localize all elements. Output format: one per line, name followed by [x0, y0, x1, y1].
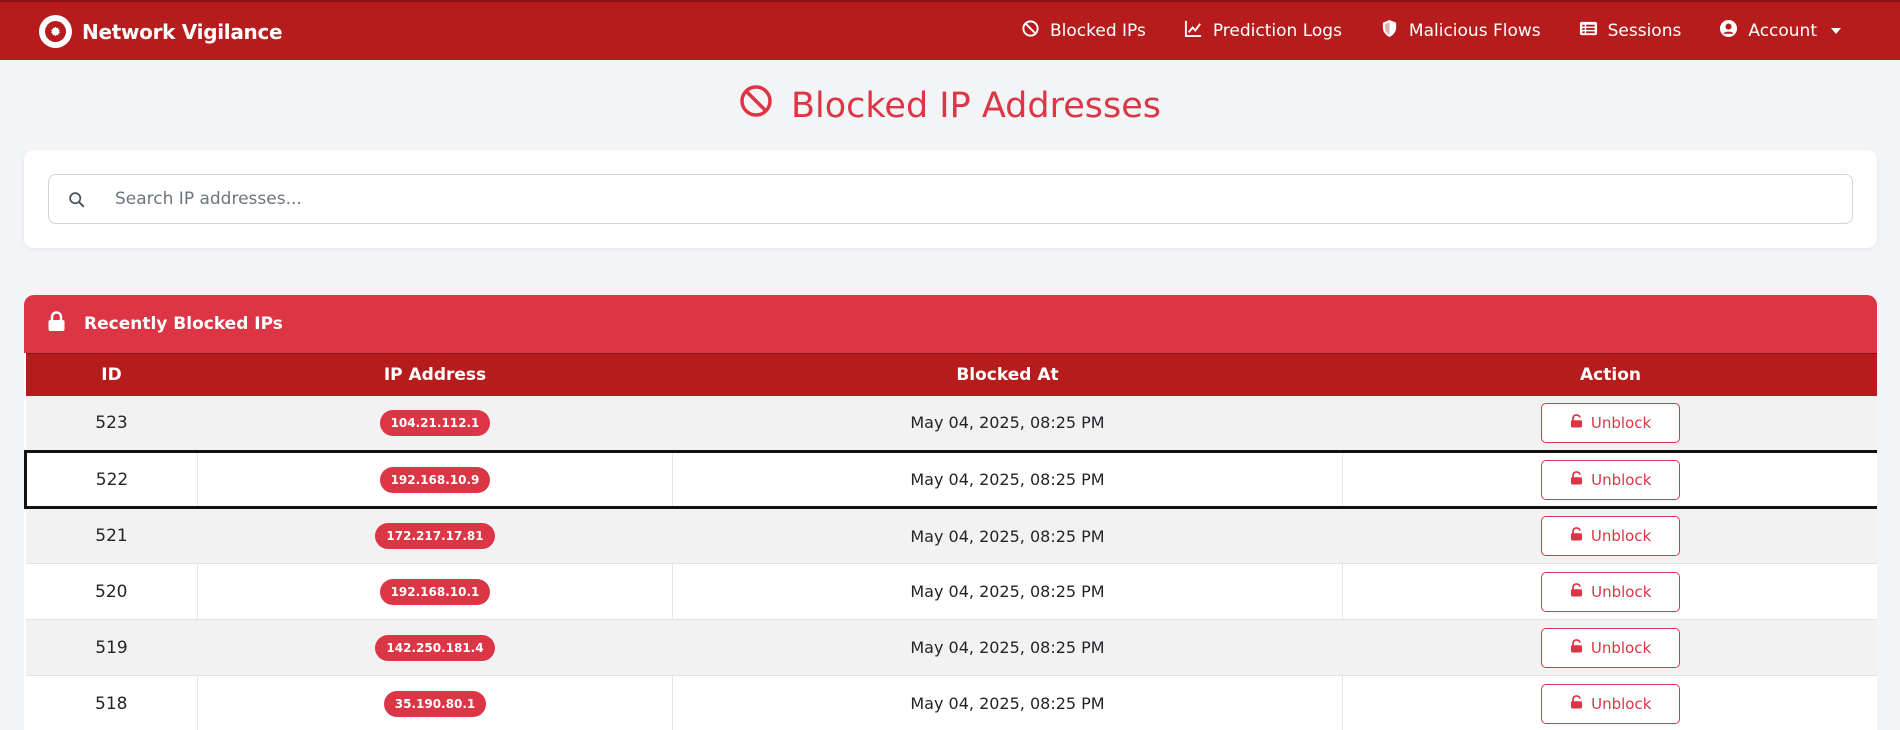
- row-id: 519: [25, 619, 198, 676]
- search-icon: [49, 175, 103, 223]
- table-row[interactable]: 523 104.21.112.1 May 04, 2025, 08:25 PM …: [25, 395, 1877, 452]
- nav-menu: Blocked IPs Prediction Logs Malicious Fl…: [1002, 2, 1860, 60]
- unblock-button[interactable]: Unblock: [1540, 516, 1681, 556]
- lock-icon: [47, 311, 66, 337]
- unblock-button[interactable]: Unblock: [1540, 627, 1681, 668]
- row-id: 523: [25, 395, 198, 452]
- unblock-label: Unblock: [1591, 582, 1652, 601]
- row-blocked-at: May 04, 2025, 08:25 PM: [672, 563, 1343, 620]
- unblock-label: Unblock: [1591, 470, 1652, 489]
- unblock-label: Unblock: [1590, 638, 1652, 657]
- unlock-icon: [1570, 470, 1583, 489]
- chart-line-icon: [1184, 19, 1203, 43]
- blocked-ips-card: Recently Blocked IPs ID IP Address Block…: [24, 295, 1877, 730]
- chevron-down-icon: [1831, 28, 1841, 34]
- ban-icon: [1021, 19, 1040, 43]
- ip-badge: 192.168.10.9: [379, 466, 491, 493]
- unblock-button[interactable]: Unblock: [1541, 459, 1681, 500]
- table-header-row: ID IP Address Blocked At Action: [25, 353, 1877, 396]
- search-input[interactable]: [103, 175, 1852, 223]
- row-id: 518: [25, 675, 198, 730]
- ban-icon: [739, 84, 773, 127]
- unlock-icon: [1570, 527, 1583, 545]
- column-header-id[interactable]: ID: [25, 353, 198, 396]
- row-blocked-at: May 04, 2025, 08:25 PM: [672, 507, 1343, 564]
- ip-badge: 104.21.112.1: [379, 409, 491, 436]
- unblock-label: Unblock: [1590, 527, 1652, 545]
- user-circle-icon: [1719, 19, 1738, 43]
- column-header-action[interactable]: Action: [1342, 353, 1877, 396]
- nav-item-account[interactable]: Account: [1700, 2, 1860, 60]
- brand-logo-icon: [39, 15, 72, 48]
- search-card: [24, 150, 1877, 248]
- unblock-button[interactable]: Unblock: [1541, 683, 1681, 724]
- table-row[interactable]: 518 35.190.80.1 May 04, 2025, 08:25 PM U…: [25, 675, 1877, 730]
- table-row[interactable]: 519 142.250.181.4 May 04, 2025, 08:25 PM…: [25, 619, 1877, 676]
- unblock-label: Unblock: [1591, 694, 1652, 713]
- column-header-ip-address[interactable]: IP Address: [197, 353, 673, 396]
- list-icon: [1579, 19, 1598, 43]
- table-row[interactable]: 520 192.168.10.1 May 04, 2025, 08:25 PM …: [25, 563, 1877, 620]
- column-header-blocked-at[interactable]: Blocked At: [672, 353, 1343, 396]
- nav-item-blocked-ips[interactable]: Blocked IPs: [1002, 2, 1165, 60]
- table-row[interactable]: 522 192.168.10.9 May 04, 2025, 08:25 PM …: [24, 450, 1877, 509]
- unlock-icon: [1570, 413, 1583, 432]
- card-header: Recently Blocked IPs: [24, 295, 1877, 353]
- unblock-button[interactable]: Unblock: [1540, 402, 1681, 443]
- table-row[interactable]: 521 172.217.17.81 May 04, 2025, 08:25 PM…: [25, 507, 1877, 564]
- page-title-text: Blocked IP Addresses: [791, 85, 1161, 126]
- nav-item-malicious-flows[interactable]: Malicious Flows: [1361, 2, 1560, 60]
- nav-item-prediction-logs[interactable]: Prediction Logs: [1165, 2, 1361, 60]
- ip-badge: 142.250.181.4: [375, 634, 495, 661]
- top-navbar: Network Vigilance Blocked IPs Prediction…: [0, 0, 1900, 60]
- nav-item-label: Malicious Flows: [1408, 21, 1541, 41]
- search-box: [48, 174, 1853, 224]
- blocked-ips-table: ID IP Address Blocked At Action 523 104.…: [24, 353, 1877, 730]
- row-blocked-at: May 04, 2025, 08:25 PM: [672, 619, 1343, 676]
- row-id: 520: [25, 563, 198, 620]
- unlock-icon: [1570, 694, 1583, 713]
- row-blocked-at: May 04, 2025, 08:25 PM: [672, 450, 1343, 509]
- nav-item-label: Account: [1748, 21, 1817, 41]
- unblock-label: Unblock: [1590, 413, 1652, 432]
- row-id: 522: [24, 450, 198, 509]
- ip-badge: 192.168.10.1: [379, 578, 491, 605]
- unlock-icon: [1570, 638, 1583, 657]
- nav-item-label: Sessions: [1607, 21, 1682, 41]
- nav-item-label: Blocked IPs: [1049, 21, 1146, 41]
- nav-item-label: Prediction Logs: [1212, 21, 1342, 41]
- shield-icon: [1380, 19, 1399, 43]
- brand-name: Network Vigilance: [82, 19, 283, 44]
- row-id: 521: [25, 507, 198, 564]
- unblock-button[interactable]: Unblock: [1541, 571, 1681, 612]
- row-blocked-at: May 04, 2025, 08:25 PM: [672, 395, 1343, 452]
- row-blocked-at: May 04, 2025, 08:25 PM: [672, 675, 1343, 730]
- unlock-icon: [1570, 582, 1583, 601]
- ip-badge: 172.217.17.81: [375, 523, 495, 549]
- nav-item-sessions[interactable]: Sessions: [1560, 2, 1701, 60]
- card-header-title: Recently Blocked IPs: [84, 314, 283, 334]
- ip-badge: 35.190.80.1: [383, 690, 487, 717]
- brand-link[interactable]: Network Vigilance: [39, 15, 283, 48]
- page-title: Blocked IP Addresses: [0, 84, 1900, 127]
